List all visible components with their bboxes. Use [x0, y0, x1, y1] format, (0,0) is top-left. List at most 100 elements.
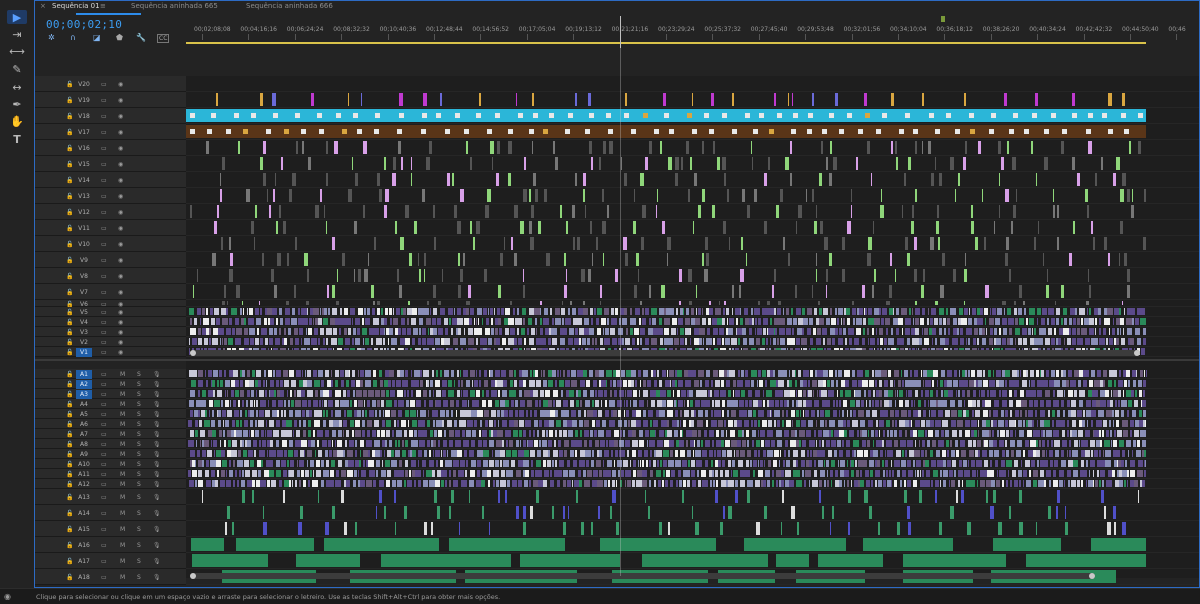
timeline-clip[interactable]: [878, 522, 880, 535]
timeline-clip[interactable]: [772, 480, 774, 487]
timeline-clip[interactable]: [924, 400, 927, 407]
timeline-clip[interactable]: [928, 430, 934, 437]
timeline-clip[interactable]: [623, 430, 625, 437]
timeline-clip[interactable]: [627, 480, 631, 487]
timeline-clip[interactable]: [667, 420, 669, 427]
timeline-clip[interactable]: [698, 370, 704, 377]
timeline-clip[interactable]: [1005, 253, 1008, 266]
timeline-clip[interactable]: [1099, 450, 1101, 457]
timeline-clip[interactable]: [565, 380, 570, 387]
microphone-icon[interactable]: 🎙: [153, 430, 161, 439]
timeline-clip[interactable]: [721, 440, 723, 447]
timeline-clip[interactable]: [994, 221, 995, 234]
timeline-clip[interactable]: [793, 450, 799, 457]
timeline-clip[interactable]: [885, 460, 888, 467]
timeline-clip[interactable]: [945, 430, 949, 437]
timeline-clip[interactable]: [638, 370, 641, 377]
timeline-clip[interactable]: [606, 370, 612, 377]
timeline-clip[interactable]: [461, 390, 463, 397]
timeline-clip[interactable]: [316, 470, 321, 477]
timeline-clip[interactable]: [833, 410, 837, 417]
timeline-clip[interactable]: [904, 173, 905, 186]
timeline-clip[interactable]: [751, 141, 752, 154]
timeline-clip[interactable]: [630, 328, 633, 335]
clip-transition-marker[interactable]: [791, 129, 796, 134]
timeline-clip[interactable]: [935, 420, 940, 427]
timeline-clip[interactable]: [335, 380, 338, 387]
timeline-clip[interactable]: [309, 410, 312, 417]
timeline-clip[interactable]: [850, 410, 852, 417]
timeline-clip[interactable]: [202, 490, 203, 503]
eye-icon[interactable]: ◉: [118, 348, 123, 357]
sync-lock-icon[interactable]: ▭: [101, 208, 107, 217]
timeline-clip[interactable]: [823, 338, 825, 345]
timeline-clip[interactable]: [505, 308, 510, 315]
sync-lock-icon[interactable]: ▭: [101, 144, 107, 153]
timeline-clip[interactable]: [466, 380, 470, 387]
timeline-clip[interactable]: [767, 480, 769, 487]
track-header-v5[interactable]: 🔓V5▭◉: [34, 307, 186, 317]
timeline-clip[interactable]: [206, 308, 208, 315]
timeline-clip[interactable]: [1103, 420, 1108, 427]
timeline-clip[interactable]: [822, 328, 827, 335]
timeline-clip[interactable]: [856, 157, 858, 170]
timeline-clip[interactable]: [438, 440, 440, 447]
timeline-clip[interactable]: [722, 318, 725, 325]
timeline-clip[interactable]: [990, 308, 991, 315]
timeline-clip[interactable]: [458, 285, 461, 298]
timeline-clip[interactable]: [609, 141, 613, 154]
timeline-clip[interactable]: [1142, 440, 1146, 447]
timeline-clip[interactable]: [687, 400, 688, 407]
sync-lock-icon[interactable]: ▭: [101, 80, 107, 89]
timeline-clip[interactable]: [532, 93, 534, 106]
timeline-clip[interactable]: [584, 328, 589, 335]
timeline-clip[interactable]: [209, 400, 213, 407]
timeline-clip[interactable]: [276, 318, 278, 325]
timeline-clip[interactable]: [343, 430, 344, 437]
timeline-clip[interactable]: [500, 450, 506, 457]
timeline-clip[interactable]: [998, 420, 1004, 427]
timeline-clip[interactable]: [460, 189, 464, 202]
timeline-clip[interactable]: [1001, 410, 1004, 417]
clip-transition-marker[interactable]: [190, 129, 195, 134]
timeline-clip[interactable]: [301, 440, 307, 447]
track-header-v20[interactable]: 🔓V20▭◉: [34, 76, 186, 92]
timeline-clip[interactable]: [466, 460, 468, 467]
timeline-clip[interactable]: [722, 157, 726, 170]
timeline-clip[interactable]: [399, 460, 402, 467]
timeline-clip[interactable]: [791, 506, 795, 519]
timeline-clip[interactable]: [429, 480, 435, 487]
timeline-clip[interactable]: [485, 205, 489, 218]
timeline-clip[interactable]: [705, 440, 710, 447]
timeline-clip[interactable]: [300, 506, 303, 519]
clip-transition-marker[interactable]: [829, 113, 834, 118]
timeline-clip[interactable]: [196, 440, 197, 447]
timeline-clip[interactable]: [810, 370, 813, 377]
timeline-clip[interactable]: [503, 460, 509, 467]
timeline-clip[interactable]: [332, 237, 335, 250]
timeline-clip[interactable]: [783, 237, 785, 250]
timeline-clip[interactable]: [411, 157, 412, 170]
timeline-clip[interactable]: [928, 400, 929, 407]
timeline-clip[interactable]: [1079, 308, 1085, 315]
timeline-clip[interactable]: [970, 480, 975, 487]
timeline-clip[interactable]: [642, 480, 647, 487]
sync-lock-icon[interactable]: ▭: [101, 541, 107, 550]
mute-button[interactable]: M: [120, 380, 125, 389]
timeline-clip[interactable]: [260, 93, 263, 106]
timeline-clip[interactable]: [262, 440, 266, 447]
timeline-clip[interactable]: [447, 450, 448, 457]
timeline-clip[interactable]: [1142, 400, 1146, 407]
timeline-clip[interactable]: [260, 157, 264, 170]
timeline-clip[interactable]: [725, 440, 730, 447]
timeline-clip[interactable]: [235, 338, 241, 345]
timeline-clip[interactable]: [561, 308, 565, 315]
timeline-clip[interactable]: [1113, 318, 1114, 325]
timeline-clip[interactable]: [634, 285, 637, 298]
timeline-clip[interactable]: [289, 440, 293, 447]
track-name[interactable]: V5: [76, 308, 92, 317]
timeline-clip[interactable]: [999, 328, 1001, 335]
timeline-clip[interactable]: [422, 338, 427, 345]
timeline-clip[interactable]: [489, 460, 494, 467]
timeline-clip[interactable]: [432, 470, 435, 477]
